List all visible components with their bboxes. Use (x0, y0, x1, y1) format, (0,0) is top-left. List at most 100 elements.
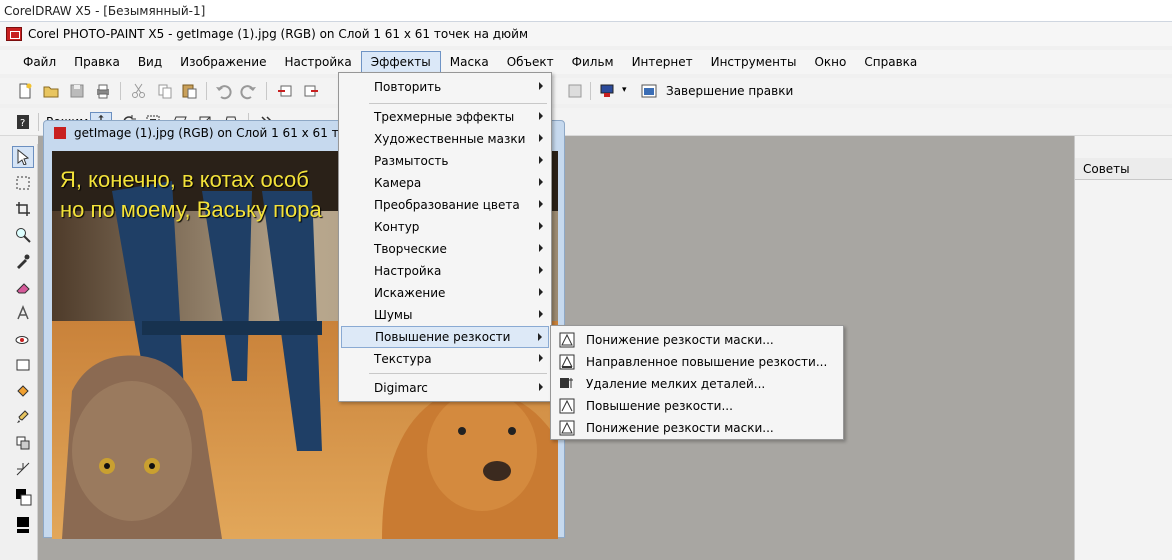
submenu-arrow-icon (539, 288, 543, 296)
outer-title-text: CorelDRAW X5 - [Безымянный-1] (4, 3, 206, 18)
effects-item-label: Трехмерные эффекты (374, 110, 515, 124)
submenu-arrow-icon (539, 134, 543, 142)
finish-editing-icon[interactable] (640, 82, 658, 100)
effects-item-creative[interactable]: Творческие (341, 238, 549, 260)
menu-movie[interactable]: Фильм (563, 51, 623, 73)
menu-view[interactable]: Вид (129, 51, 171, 73)
copy-icon[interactable] (156, 82, 174, 100)
menu-web[interactable]: Интернет (623, 51, 702, 73)
mask-rectangle-tool-icon[interactable] (12, 172, 34, 194)
submenu-arrow-icon (539, 156, 543, 164)
submenu-arrow-icon (539, 310, 543, 318)
effects-item-digimarc[interactable]: Digimarc (341, 377, 549, 399)
effects-item-sharpen[interactable]: Повышение резкости (341, 326, 549, 348)
finish-editing-label[interactable]: Завершение правки (666, 84, 793, 98)
effects-item-repeat[interactable]: Повторить (341, 76, 549, 98)
effects-item-blur[interactable]: Размытость (341, 150, 549, 172)
sharpen-item-remove-detail[interactable]: Удаление мелких деталей... (553, 373, 841, 395)
menu-edit[interactable]: Правка (65, 51, 129, 73)
menu-effects[interactable]: Эффекты (360, 51, 441, 73)
red-eye-tool-icon[interactable] (12, 328, 34, 350)
color-swatch-icon[interactable] (12, 486, 34, 508)
menu-mask[interactable]: Маска (441, 51, 498, 73)
effects-item-label: Контур (374, 220, 420, 234)
effects-item-label: Повторить (374, 80, 442, 94)
effects-item-label: Digimarc (374, 381, 428, 395)
redo-icon[interactable] (240, 82, 258, 100)
effects-item-label: Художественные мазки (374, 132, 526, 146)
effects-item-texture[interactable]: Текстура (341, 348, 549, 370)
clone-tool-icon[interactable] (12, 432, 34, 454)
print-icon[interactable] (94, 82, 112, 100)
remove-detail-icon (560, 378, 573, 388)
paste-icon[interactable] (180, 82, 198, 100)
pick-tool-icon[interactable] (12, 146, 34, 168)
submenu-arrow-icon (538, 333, 542, 341)
effects-item-label: Размытость (374, 154, 449, 168)
sharpen-item-sharpen[interactable]: Повышение резкости... (553, 395, 841, 417)
submenu-arrow-icon (539, 112, 543, 120)
sharpen-item-label: Понижение резкости маски... (586, 421, 774, 435)
sharpen-submenu: Понижение резкости маски... Направленное… (550, 325, 844, 440)
sharpen-item-label: Понижение резкости маски... (586, 333, 774, 347)
fill-tool-icon[interactable] (12, 380, 34, 402)
help-icon[interactable]: ? (14, 113, 32, 131)
sharpen-item-directional[interactable]: Направленное повышение резкости... (553, 351, 841, 373)
menu-tools[interactable]: Инструменты (702, 51, 806, 73)
menubar: Файл Правка Вид Изображение Настройка Эф… (0, 50, 1172, 74)
effects-item-noise[interactable]: Шумы (341, 304, 549, 326)
document-icon (54, 127, 66, 139)
menu-window[interactable]: Окно (805, 51, 855, 73)
save-icon[interactable] (68, 82, 86, 100)
effects-item-label: Искажение (374, 286, 446, 300)
open-icon[interactable] (42, 82, 60, 100)
crop-tool-icon[interactable] (12, 198, 34, 220)
eyedropper-tool-icon[interactable] (12, 250, 34, 272)
effects-dropdown-menu: Повторить Трехмерные эффекты Художествен… (338, 72, 552, 402)
caption-line-2: но по моему, Ваську пора (60, 197, 322, 222)
effects-item-distort[interactable]: Искажение (341, 282, 549, 304)
import-icon[interactable] (276, 82, 294, 100)
app-titlebar: Corel PHOTO-PAINT X5 - getImage (1).jpg … (0, 22, 1172, 46)
cut-icon[interactable] (130, 82, 148, 100)
text-tool-icon[interactable] (12, 302, 34, 324)
effects-item-label: Настройка (374, 264, 442, 278)
caption-line-1: Я, конечно, в котах особ (60, 167, 309, 192)
menu-file[interactable]: Файл (14, 51, 65, 73)
menu-object[interactable]: Объект (498, 51, 563, 73)
submenu-arrow-icon (539, 82, 543, 90)
new-document-icon[interactable] (16, 82, 34, 100)
sharpen-item-unsharp-mask-2[interactable]: Понижение резкости маски... (553, 417, 841, 439)
grid-icon[interactable] (566, 82, 584, 100)
menu-adjust[interactable]: Настройка (275, 51, 360, 73)
submenu-arrow-icon (539, 354, 543, 362)
directional-sharpen-icon (559, 354, 575, 370)
effects-item-3d[interactable]: Трехмерные эффекты (341, 106, 549, 128)
effects-item-art-strokes[interactable]: Художественные мазки (341, 128, 549, 150)
submenu-arrow-icon (539, 266, 543, 274)
effects-item-custom[interactable]: Настройка (341, 260, 549, 282)
paper-color-icon[interactable] (12, 514, 34, 536)
zoom-tool-icon[interactable] (12, 224, 34, 246)
menu-image[interactable]: Изображение (171, 51, 275, 73)
submenu-arrow-icon (539, 222, 543, 230)
outer-window-title: CorelDRAW X5 - [Безымянный-1] (0, 0, 1172, 22)
export-icon[interactable] (302, 82, 320, 100)
effects-item-camera[interactable]: Камера (341, 172, 549, 194)
undo-icon[interactable] (214, 82, 232, 100)
toolbox (8, 144, 38, 560)
sharpen-item-unsharp-mask[interactable]: Понижение резкости маски... (553, 329, 841, 351)
dropdown-arrow-icon[interactable]: ▾ (622, 85, 627, 95)
hints-title: Советы (1075, 158, 1172, 180)
standard-toolbar: ▾ Завершение правки (0, 78, 1172, 104)
effect-tool-icon[interactable] (12, 458, 34, 480)
sharpen-icon (559, 398, 575, 414)
launcher-icon[interactable] (598, 82, 616, 100)
submenu-arrow-icon (539, 383, 543, 391)
eraser-tool-icon[interactable] (12, 276, 34, 298)
effects-item-contour[interactable]: Контур (341, 216, 549, 238)
shape-tool-icon[interactable] (12, 354, 34, 376)
paint-tool-icon[interactable] (12, 406, 34, 428)
menu-help[interactable]: Справка (855, 51, 926, 73)
effects-item-color-transform[interactable]: Преобразование цвета (341, 194, 549, 216)
